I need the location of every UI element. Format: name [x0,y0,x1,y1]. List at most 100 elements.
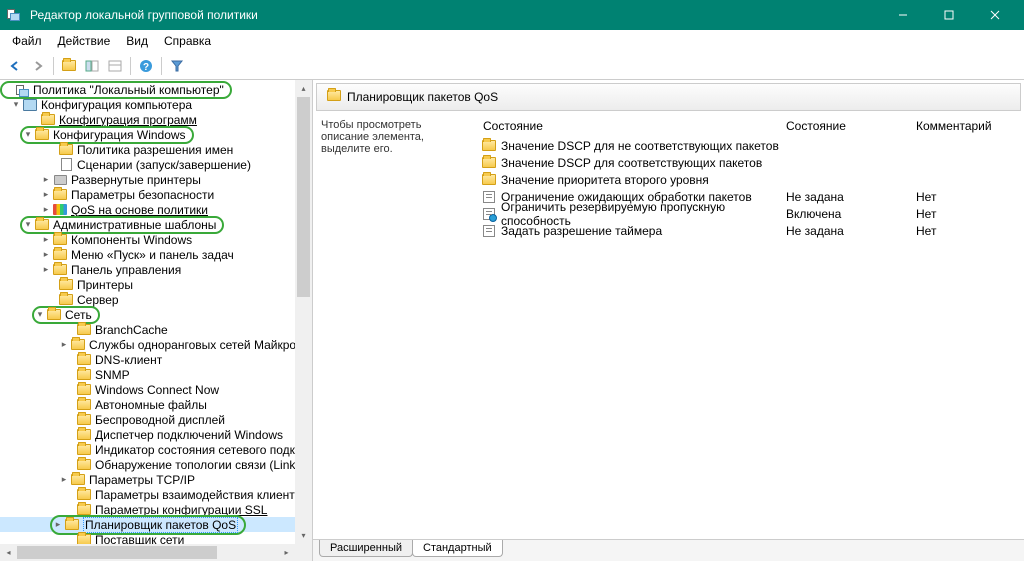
scrollbar-thumb[interactable] [297,97,310,297]
chevron-down-icon[interactable]: ▾ [22,129,34,141]
scroll-up-icon[interactable]: ▴ [295,80,312,97]
folder-icon [327,90,341,104]
up-button[interactable] [58,55,80,77]
chevron-right-icon[interactable]: ▸ [40,204,52,216]
col-state-right[interactable]: Состояние [786,119,916,133]
show-hide-tree-button[interactable] [81,55,103,77]
scrollbar-thumb[interactable] [17,546,217,559]
maximize-button[interactable] [926,0,972,30]
col-state-left[interactable]: Состояние [481,119,786,133]
tree-network[interactable]: ▾Сеть [0,307,312,322]
window-title: Редактор локальной групповой политики [30,8,880,22]
chevron-right-icon[interactable]: ▸ [52,519,64,531]
tree-wcn[interactable]: Windows Connect Now [0,382,312,397]
help-button[interactable]: ? [135,55,157,77]
chevron-down-icon[interactable]: ▾ [34,309,46,321]
menu-help[interactable]: Справка [156,32,219,50]
item-name: Задать разрешение таймера [501,224,786,238]
chevron-right-icon[interactable]: ▸ [40,189,52,201]
tree-peer-services[interactable]: ▸Службы одноранговых сетей Майкросо [0,337,312,352]
tree-qos-policy[interactable]: ▸QoS на основе политики [0,202,312,217]
show-hide-action-button[interactable] [104,55,126,77]
tree-deployed-printers[interactable]: ▸Развернутые принтеры [0,172,312,187]
list-item[interactable]: Значение DSCP для соответствующих пакето… [481,154,1016,171]
tree-dns-client[interactable]: DNS-клиент [0,352,312,367]
tree-start-taskbar[interactable]: ▸Меню «Пуск» и панель задач [0,247,312,262]
list-item[interactable]: Ограничить резервируемую пропускную спос… [481,205,1016,222]
close-button[interactable] [972,0,1018,30]
item-name: Значение приоритета второго уровня [501,173,786,187]
toolbar-separator-2 [130,57,131,75]
menubar: Файл Действие Вид Справка [0,30,1024,52]
chevron-right-icon[interactable]: ▸ [40,234,52,246]
tree-pane[interactable]: Политика "Локальный компьютер" ▾Конфигур… [0,80,313,561]
item-state: Не задана [786,190,916,204]
horizontal-scrollbar[interactable]: ◂ ▸ [0,544,295,561]
list-item[interactable]: Задать разрешение таймераНе заданаНет [481,222,1016,239]
tree-win-conn-mgr[interactable]: Диспетчер подключений Windows [0,427,312,442]
tree-control-panel[interactable]: ▸Панель управления [0,262,312,277]
toolbar-separator-3 [161,57,162,75]
description-panel: Чтобы просмотреть описание элемента, выд… [321,119,481,531]
tree-lltd[interactable]: Обнаружение топологии связи (Link-Lay [0,457,312,472]
filter-button[interactable] [166,55,188,77]
tree-admin-templates[interactable]: ▾Административные шаблоны [0,217,312,232]
tree-da-client[interactable]: Параметры взаимодействия клиента Dir [0,487,312,502]
tree-program-config[interactable]: Конфигурация программ [0,112,312,127]
titlebar: Редактор локальной групповой политики [0,0,1024,30]
menu-action[interactable]: Действие [50,32,119,50]
vertical-scrollbar[interactable]: ▴ ▾ [295,80,312,544]
chevron-right-icon[interactable]: ▸ [40,174,52,186]
tree-server[interactable]: Сервер [0,292,312,307]
tree-branchcache[interactable]: BranchCache [0,322,312,337]
menu-view[interactable]: Вид [118,32,156,50]
tree-wireless-display[interactable]: Беспроводной дисплей [0,412,312,427]
col-comment[interactable]: Комментарий [916,119,1016,133]
tree-computer-config[interactable]: ▾Конфигурация компьютера [0,97,312,112]
toolbar: ? [0,52,1024,80]
setting-icon [481,191,497,203]
tree-printers[interactable]: Принтеры [0,277,312,292]
scroll-right-icon[interactable]: ▸ [278,544,295,561]
settings-list: Состояние Состояние Комментарий Значение… [481,119,1016,531]
tree-net-conn-status[interactable]: Индикатор состояния сетевого подклю [0,442,312,457]
chevron-down-icon[interactable]: ▾ [22,219,34,231]
item-state: Включена [786,207,916,221]
toolbar-separator [53,57,54,75]
scroll-down-icon[interactable]: ▾ [295,527,312,544]
menu-file[interactable]: Файл [4,32,50,50]
chevron-right-icon[interactable]: ▸ [58,474,70,486]
folder-icon [481,157,497,168]
chevron-down-icon[interactable]: ▾ [10,99,22,111]
tree-scripts[interactable]: Сценарии (запуск/завершение) [0,157,312,172]
tree-security[interactable]: ▸Параметры безопасности [0,187,312,202]
svg-text:?: ? [143,62,149,73]
minimize-button[interactable] [880,0,926,30]
tree-qos-scheduler[interactable]: ▸Планировщик пакетов QoS [0,517,312,532]
folder-icon [481,140,497,151]
scroll-left-icon[interactable]: ◂ [0,544,17,561]
setting-icon [481,208,497,220]
chevron-right-icon[interactable]: ▸ [58,339,70,351]
app-icon [6,7,22,23]
tree-tcpip[interactable]: ▸Параметры TCP/IP [0,472,312,487]
tab-extended[interactable]: Расширенный [319,540,413,557]
tree-snmp[interactable]: SNMP [0,367,312,382]
detail-title: Планировщик пакетов QoS [347,90,498,104]
item-comment: Нет [916,190,1016,204]
workspace: Политика "Локальный компьютер" ▾Конфигур… [0,80,1024,561]
column-headers[interactable]: Состояние Состояние Комментарий [481,119,1016,133]
item-comment: Нет [916,207,1016,221]
list-item[interactable]: Значение приоритета второго уровня [481,171,1016,188]
list-item[interactable]: Значение DSCP для не соответствующих пак… [481,137,1016,154]
tree-root[interactable]: Политика "Локальный компьютер" [0,82,312,97]
chevron-right-icon[interactable]: ▸ [40,249,52,261]
tab-standard[interactable]: Стандартный [412,540,503,557]
back-button[interactable] [4,55,26,77]
tree-offline-files[interactable]: Автономные файлы [0,397,312,412]
chevron-right-icon[interactable]: ▸ [40,264,52,276]
tree-name-res-policy[interactable]: Политика разрешения имен [0,142,312,157]
forward-button[interactable] [27,55,49,77]
tree-win-components[interactable]: ▸Компоненты Windows [0,232,312,247]
tree-windows-config[interactable]: ▾Конфигурация Windows [0,127,312,142]
